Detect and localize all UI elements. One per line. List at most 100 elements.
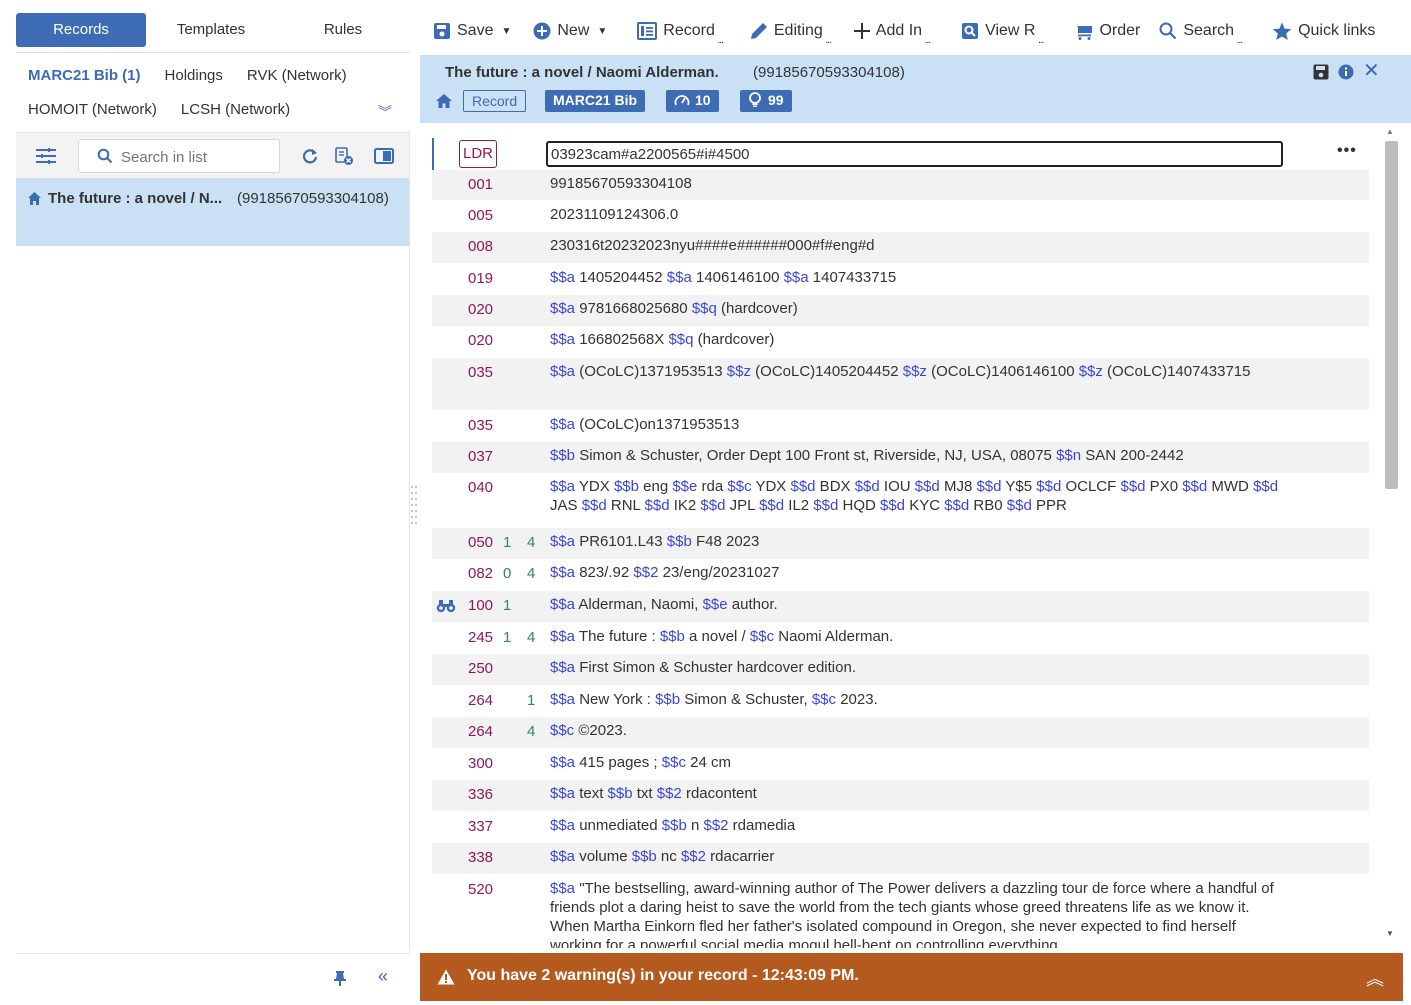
tab-holdings[interactable]: Holdings bbox=[165, 67, 223, 84]
marc-field-value[interactable]: $$c ©2023. bbox=[550, 721, 1280, 740]
marc-field-row[interactable]: 040 $$a YDX $$b eng $$e rda $$c YDX $$d B… bbox=[432, 473, 1369, 527]
clear-list-icon[interactable] bbox=[334, 146, 354, 166]
marc-field-row[interactable]: 520 $$a "The bestselling, award-winning a… bbox=[432, 875, 1369, 948]
marc-tag[interactable]: 037 bbox=[468, 448, 493, 465]
marc-tag[interactable]: 019 bbox=[468, 270, 493, 287]
tab-homoit-network[interactable]: HOMOIT (Network) bbox=[28, 101, 157, 118]
marc-tag[interactable]: 050 bbox=[468, 534, 493, 551]
binoculars-icon[interactable] bbox=[436, 599, 456, 613]
marc-field-row[interactable]: 300 $$a 415 pages ; $$c 24 cm bbox=[432, 749, 1369, 780]
scroll-down-icon[interactable]: ▼ bbox=[1386, 929, 1394, 938]
marc-field-value[interactable]: $$a (OCoLC)1371953513 $$z (OCoLC)1405204… bbox=[550, 362, 1280, 381]
marc-field-value[interactable]: $$a 166802568X $$q (hardcover) bbox=[550, 330, 1280, 349]
marc-field-value[interactable]: $$a text $$b txt $$2 rdacontent bbox=[550, 784, 1280, 803]
marc-indicator-2[interactable]: 4 bbox=[527, 629, 535, 646]
save-record-icon[interactable] bbox=[1313, 64, 1329, 80]
marc-field-row[interactable]: 264 1 $$a New York : $$b Simon & Schuster,… bbox=[432, 686, 1369, 717]
marc-tag[interactable]: 040 bbox=[468, 479, 493, 496]
marc-field-value[interactable]: $$a volume $$b nc $$2 rdacarrier bbox=[550, 847, 1280, 866]
marc-tag[interactable]: 005 bbox=[468, 207, 493, 224]
marc-field-value[interactable]: 20231109124306.0 bbox=[550, 205, 1280, 224]
more-options-icon[interactable]: ••• bbox=[1337, 142, 1357, 160]
marc-field-value[interactable]: $$a Alderman, Naomi, $$e author. bbox=[550, 595, 1280, 614]
marc-field-row[interactable]: 245 1 4 $$a The future : $$b a novel / $$c … bbox=[432, 623, 1369, 654]
marc-indicator-2[interactable]: 4 bbox=[527, 723, 535, 740]
marc-field-value[interactable]: 230316t20232023nyu####e######000#f#eng#d bbox=[550, 236, 1280, 255]
marc-field-value[interactable]: $$a First Simon & Schuster hardcover edi… bbox=[550, 658, 1280, 677]
marc-tag[interactable]: 008 bbox=[468, 238, 493, 255]
marc-field-value[interactable]: $$a (OCoLC)on1371953513 bbox=[550, 415, 1280, 434]
marc-indicator-2[interactable]: 4 bbox=[527, 565, 535, 582]
tab-templates[interactable]: Templates bbox=[146, 13, 276, 47]
info-icon[interactable] bbox=[1338, 64, 1354, 80]
marc-field-value[interactable]: $$a PR6101.L43 $$b F48 2023 bbox=[550, 532, 1280, 551]
marc-field-value[interactable]: $$a 415 pages ; $$c 24 cm bbox=[550, 753, 1280, 772]
search-input[interactable] bbox=[121, 147, 271, 167]
marc-field-value[interactable]: $$a 1405204452 $$a 1406146100 $$a 140743… bbox=[550, 268, 1280, 287]
marc-field-row[interactable]: 020 $$a 9781668025680 $$q (hardcover) bbox=[432, 295, 1369, 326]
marc-tag[interactable]: 300 bbox=[468, 755, 493, 772]
expand-warnings-icon[interactable]: ︽ bbox=[1366, 965, 1384, 991]
collapse-panel-icon[interactable]: « bbox=[378, 966, 388, 987]
marc-tag[interactable]: 264 bbox=[468, 692, 493, 709]
resize-handle[interactable] bbox=[410, 484, 418, 526]
marc-indicator-2[interactable]: 1 bbox=[527, 692, 535, 709]
marc-indicator-1[interactable]: 1 bbox=[503, 629, 511, 646]
marc-indicator-1[interactable]: 1 bbox=[503, 534, 511, 551]
marc-field-value[interactable]: $$a New York : $$b Simon & Schuster, $$c… bbox=[550, 690, 1280, 709]
marc-field-row[interactable]: 005 20231109124306.0 bbox=[432, 201, 1369, 232]
split-view-icon[interactable] bbox=[374, 146, 394, 166]
marc-tag[interactable]: 336 bbox=[468, 786, 493, 803]
new-button[interactable]: New ▼ bbox=[533, 10, 607, 52]
tab-records[interactable]: Records bbox=[16, 13, 146, 47]
filter-icon[interactable] bbox=[36, 148, 56, 164]
marc-field-row[interactable]: 264 4 $$c ©2023. bbox=[432, 717, 1369, 748]
scroll-up-icon[interactable]: ▲ bbox=[1386, 127, 1394, 136]
marc-tag[interactable]: 520 bbox=[468, 881, 493, 898]
save-button[interactable]: Save ▼ bbox=[433, 10, 511, 52]
marc-tag[interactable]: 035 bbox=[468, 364, 493, 381]
quick-links-button[interactable]: Quick links bbox=[1272, 10, 1375, 52]
marc-field-row[interactable]: 082 0 4 $$a 823/.92 $$2 23/eng/20231027 bbox=[432, 559, 1369, 590]
marc-field-row[interactable]: 336 $$a text $$b txt $$2 rdacontent bbox=[432, 780, 1369, 811]
marc-field-value[interactable]: $$a YDX $$b eng $$e rda $$c YDX $$d BDX … bbox=[550, 477, 1280, 515]
marc-field-row[interactable]: 035 $$a (OCoLC)1371953513 $$z (OCoLC)1405… bbox=[432, 358, 1369, 410]
marc-field-row[interactable]: 337 $$a unmediated $$b n $$2 rdamedia bbox=[432, 812, 1369, 843]
marc-field-row[interactable]: 338 $$a volume $$b nc $$2 rdacarrier bbox=[432, 843, 1369, 874]
marc-tag[interactable]: 338 bbox=[468, 849, 493, 866]
marc-field-value[interactable]: $$b Simon & Schuster, Order Dept 100 Fro… bbox=[550, 446, 1280, 465]
marc-tag[interactable]: 082 bbox=[468, 565, 493, 582]
tab-rules[interactable]: Rules bbox=[276, 13, 410, 47]
marc-field-row[interactable]: 020 $$a 166802568X $$q (hardcover) bbox=[432, 326, 1369, 357]
marc-field-row[interactable]: 019 $$a 1405204452 $$a 1406146100 $$a 140… bbox=[432, 264, 1369, 295]
marc-field-value[interactable]: $$a 823/.92 $$2 23/eng/20231027 bbox=[550, 563, 1280, 582]
marc-tag[interactable]: 020 bbox=[468, 332, 493, 349]
tab-lcsh-network[interactable]: LCSH (Network) bbox=[181, 101, 290, 118]
marc-field-row[interactable]: 250 $$a First Simon & Schuster hardcover … bbox=[432, 654, 1369, 685]
search-button[interactable]: Search ... bbox=[1159, 10, 1243, 52]
editing-menu-button[interactable]: Editing ... bbox=[750, 10, 832, 52]
marc-field-row[interactable]: 100 1 $$a Alderman, Naomi, $$e author. bbox=[432, 591, 1369, 622]
order-button[interactable]: Order bbox=[1073, 10, 1140, 52]
record-menu-button[interactable]: Record ... bbox=[637, 10, 724, 52]
marc-field-value[interactable]: $$a "The bestselling, award-winning auth… bbox=[550, 879, 1280, 948]
pin-icon[interactable] bbox=[332, 970, 348, 986]
refresh-icon[interactable] bbox=[300, 146, 320, 166]
view-r-button[interactable]: View R ... bbox=[961, 10, 1045, 52]
ldr-field-input[interactable] bbox=[546, 141, 1283, 167]
marc-field-value[interactable]: $$a 9781668025680 $$q (hardcover) bbox=[550, 299, 1280, 318]
marc-field-row[interactable]: 037 $$b Simon & Schuster, Order Dept 100 … bbox=[432, 442, 1369, 473]
marc-tag[interactable]: 035 bbox=[468, 417, 493, 434]
marc-field-value[interactable]: $$a The future : $$b a novel / $$c Naomi… bbox=[550, 627, 1280, 646]
tab-rvk-network[interactable]: RVK (Network) bbox=[247, 67, 347, 84]
marc-field-value[interactable]: $$a unmediated $$b n $$2 rdamedia bbox=[550, 816, 1280, 835]
marc-indicator-1[interactable]: 0 bbox=[503, 565, 511, 582]
marc-tag[interactable]: 001 bbox=[468, 176, 493, 193]
marc-tag[interactable]: 245 bbox=[468, 629, 493, 646]
marc-tag[interactable]: 020 bbox=[468, 301, 493, 318]
tab-marc21-bib[interactable]: MARC21 Bib (1) bbox=[28, 67, 141, 84]
marc-tag[interactable]: 264 bbox=[468, 723, 493, 740]
marc-indicator-1[interactable]: 1 bbox=[503, 597, 511, 614]
list-item[interactable]: The future : a novel / N... (99185670593… bbox=[16, 178, 410, 246]
add-in-button[interactable]: Add In ... bbox=[853, 10, 931, 52]
